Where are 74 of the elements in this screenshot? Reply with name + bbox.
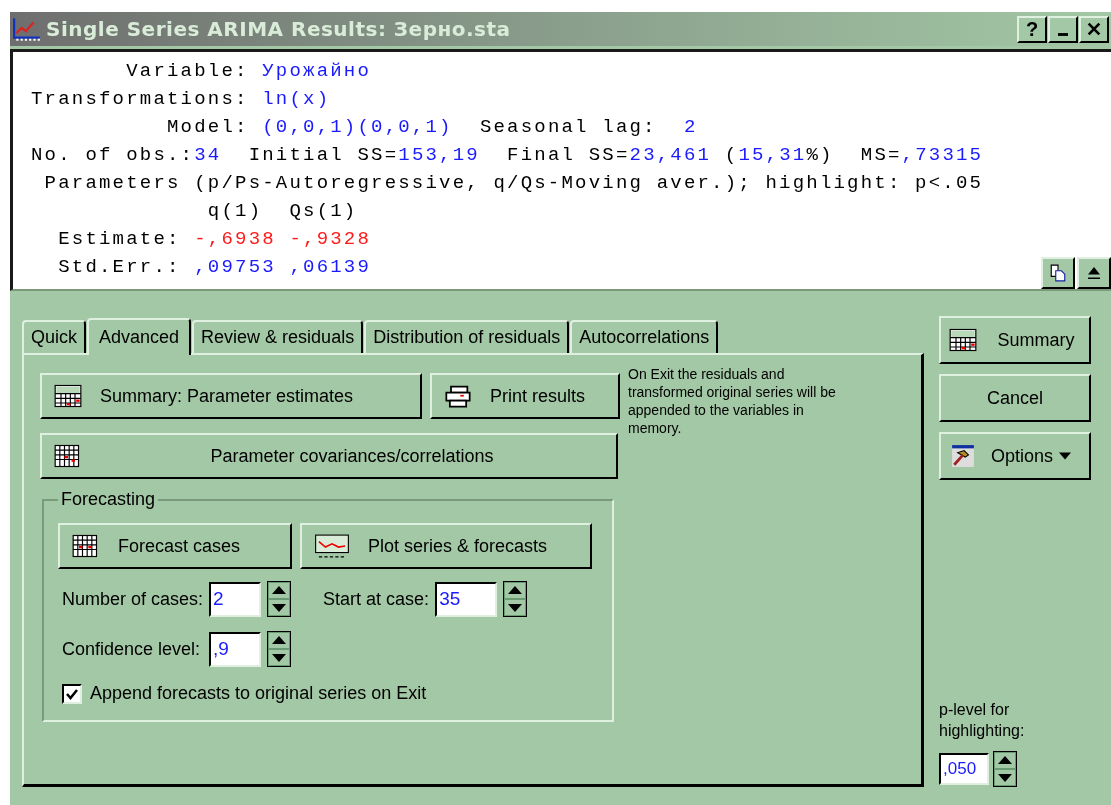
minimize-button[interactable] — [1048, 15, 1078, 43]
result-label: Estimate: — [57, 228, 182, 250]
line-chart-icon — [314, 534, 350, 558]
tab[interactable]: Autocorrelations — [570, 320, 719, 353]
result-value: 34 — [194, 144, 222, 166]
result-label: Transformations: — [31, 88, 250, 110]
result-label: Parameters (p/Ps-Autoregressive, q/Qs-Moving aver.); highlight: p<.05 — [43, 172, 984, 194]
result-value: 15,31 — [738, 144, 807, 166]
result-value: ,73315 — [901, 144, 984, 166]
covariances-button[interactable]: Parameter covariances/correlations — [40, 433, 618, 479]
collapse-button[interactable] — [1077, 257, 1111, 289]
chart-icon — [12, 16, 42, 42]
result-label: Seasonal lag: — [478, 116, 658, 138]
number-field[interactable]: ,050 — [939, 753, 989, 785]
table-icon — [949, 328, 977, 352]
result-label: ( — [723, 144, 739, 166]
table-icon — [72, 534, 100, 558]
result-label: Final SS= — [506, 144, 630, 166]
tab[interactable]: Advanced — [87, 318, 192, 355]
result-value: ,09753 — [194, 256, 276, 278]
options-button[interactable]: Options — [939, 432, 1091, 480]
plot-forecasts-button[interactable]: Plot series & forecasts — [300, 523, 592, 569]
group-title: Forecasting — [58, 489, 159, 510]
caret-icon — [1059, 452, 1072, 460]
spin-button[interactable] — [503, 581, 528, 617]
spin-button[interactable] — [267, 581, 292, 617]
number-field[interactable]: ,9 — [209, 631, 262, 667]
copy-icon — [1049, 264, 1067, 282]
result-value: (0,0,1)(0,0,1) — [262, 116, 453, 138]
result-value: ,06139 — [289, 256, 372, 278]
highlighted-value: -,9328 — [289, 228, 372, 250]
table-icon — [54, 444, 82, 468]
summary-button[interactable]: Summary — [939, 316, 1091, 364]
result-value: ln(x) — [262, 88, 331, 110]
result-label: Variable: — [125, 60, 250, 82]
tab[interactable]: Review & residuals — [192, 320, 364, 353]
cancel-button[interactable]: Cancel — [939, 374, 1091, 422]
help-button[interactable]: ? — [1017, 15, 1047, 43]
checkbox[interactable] — [62, 683, 82, 704]
result-label: Std.Err.: — [57, 256, 182, 278]
tab[interactable]: Quick — [22, 320, 86, 353]
hammer-icon — [949, 444, 977, 468]
field-label: Start at case: — [323, 588, 430, 610]
spin-button[interactable] — [267, 631, 292, 667]
result-value: 23,461 — [629, 144, 712, 166]
result-value: 2 — [683, 116, 698, 138]
close-icon — [1086, 21, 1102, 37]
table-icon — [54, 384, 82, 408]
info-note: On Exit the residuals and transformed original series will be appended to the variables in memory. — [628, 365, 837, 438]
parameter-estimates-button[interactable]: Summary: Parameter estimates — [40, 373, 422, 419]
checkbox-label: Append forecasts to original series on Exit — [90, 683, 427, 704]
highlighted-value: -,6938 — [194, 228, 276, 250]
result-label: %) MS= — [806, 144, 902, 166]
printer-icon — [444, 384, 472, 408]
result-value: Урожайно — [262, 60, 372, 82]
result-label: Initial SS= — [247, 144, 399, 166]
print-results-button[interactable]: Print results — [430, 373, 620, 419]
number-field[interactable]: 35 — [435, 581, 498, 617]
spin-button[interactable] — [993, 751, 1017, 787]
p-level-label: p-level for highlighting: — [939, 700, 1026, 741]
copy-button[interactable] — [1041, 257, 1075, 289]
result-label: q(1) Qs(1) — [206, 200, 358, 222]
minimize-icon — [1058, 32, 1068, 36]
field-label: Number of cases: — [62, 588, 204, 610]
close-button[interactable] — [1079, 15, 1109, 43]
number-field[interactable]: 2 — [209, 581, 262, 617]
tab[interactable]: Distribution of residuals — [364, 320, 570, 353]
result-label: Model: — [166, 116, 250, 138]
append-checkbox-row[interactable]: Append forecasts to original series on Exit — [58, 683, 598, 704]
field-label: Confidence level: — [62, 638, 202, 660]
forecast-cases-button[interactable]: Forecast cases — [58, 523, 292, 569]
result-value: 153,19 — [398, 144, 480, 166]
window-title: Single Series ARIMA Results: Зерно.sta — [46, 17, 512, 41]
result-label: No. of obs.: — [31, 144, 195, 166]
